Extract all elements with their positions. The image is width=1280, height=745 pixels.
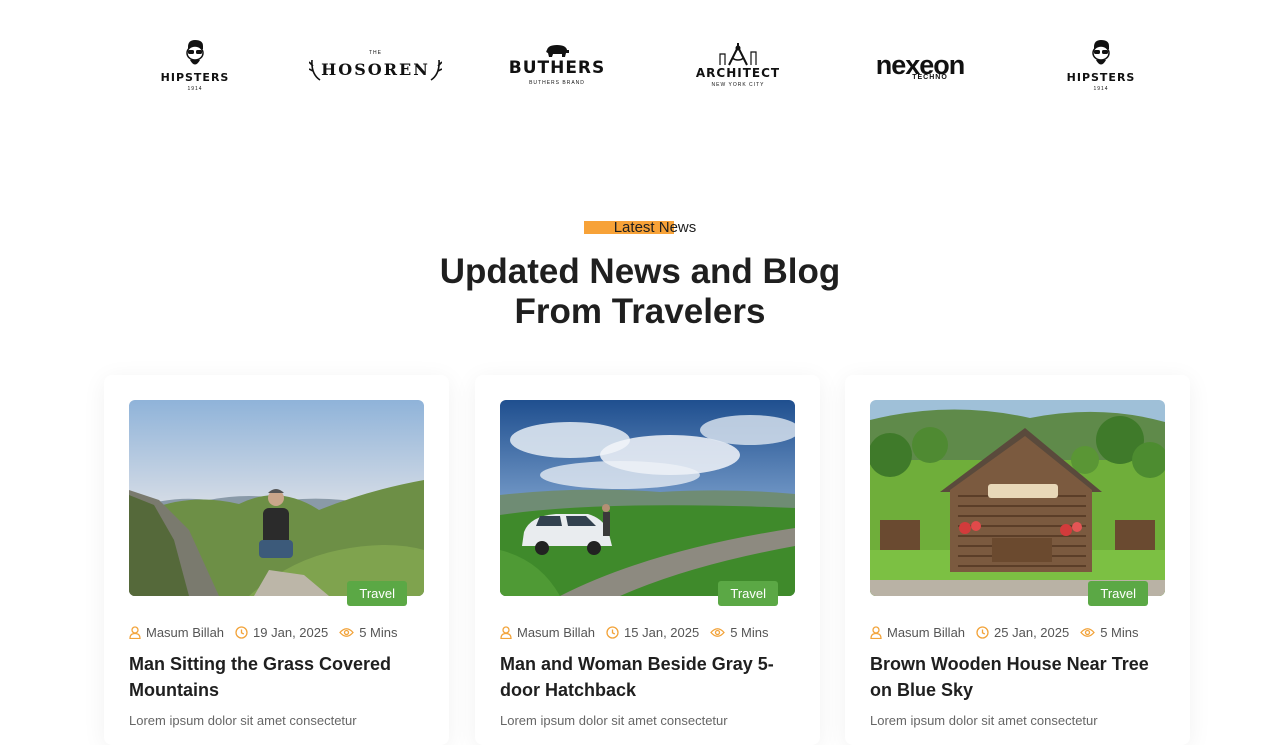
brand-tagline: 1914 [187,85,203,92]
user-icon [129,626,141,639]
brand-name: BUTHERS [508,58,606,78]
eye-icon [710,628,726,637]
blog-card[interactable]: Travel Masum Billah 19 Jan, 2025 5 Mins … [104,375,449,745]
read-time-meta: 5 Mins [1080,625,1139,640]
author-meta[interactable]: Masum Billah [500,625,595,640]
brand-name: HIPSTERS [160,70,230,84]
eye-icon [339,628,355,637]
clock-icon [235,626,248,639]
hipster-face-icon [1092,39,1110,64]
date-meta: 15 Jan, 2025 [606,625,699,640]
section-title-line-2: From Travelers [514,292,766,331]
blog-card[interactable]: Travel Masum Billah 15 Jan, 2025 5 Mins … [475,375,820,745]
brand-logo-hosoren[interactable]: THE HOSOREN [309,30,442,100]
category-tag[interactable]: Travel [718,581,778,606]
author-name: Masum Billah [517,625,596,640]
post-excerpt: Lorem ipsum dolor sit amet consectetur [870,713,1098,728]
read-time: 5 Mins [359,625,398,640]
antlers-icon [309,59,321,81]
clock-icon [976,626,989,639]
eyebrow-label: Latest News [613,219,697,236]
date-meta: 25 Jan, 2025 [976,625,1069,640]
category-tag[interactable]: Travel [347,581,407,606]
brand-tagline: 1914 [1093,85,1109,92]
user-icon [500,626,512,639]
antlers-icon [430,59,442,81]
section-title-line-1: Updated News and Blog [439,252,841,291]
read-time-meta: 5 Mins [710,625,769,640]
post-excerpt: Lorem ipsum dolor sit amet consectetur [129,713,357,728]
section-title: Updated News and Blog From Travelers [0,252,1280,332]
author-meta[interactable]: Masum Billah [129,625,224,640]
post-date: 19 Jan, 2025 [253,625,329,640]
brand-logo-buthers[interactable]: BUTHERS BUTHERS BRAND [509,30,604,100]
section-eyebrow: Latest News [583,218,697,238]
brand-logos-strip: HIPSTERS 1914 THE HOSOREN BUTHERS BUTHER… [0,30,1280,100]
clock-icon [606,626,619,639]
category-tag[interactable]: Travel [1088,581,1148,606]
author-name: Masum Billah [887,625,966,640]
post-meta: Masum Billah 15 Jan, 2025 5 Mins [500,625,780,640]
wooden-house-photo [870,400,1165,596]
post-date: 15 Jan, 2025 [624,625,700,640]
pig-icon [546,45,569,57]
brand-tagline: NEW YORK CITY [711,82,765,88]
post-excerpt: Lorem ipsum dolor sit amet consectetur [500,713,728,728]
car-road-photo [500,400,795,596]
blog-card[interactable]: Travel Masum Billah 25 Jan, 2025 5 Mins … [845,375,1190,745]
blog-card-image[interactable] [870,400,1165,596]
eye-icon [1080,628,1096,637]
brand-name: ARCHITECT [695,66,781,80]
author-meta[interactable]: Masum Billah [870,625,965,640]
mountain-photo [129,400,424,596]
post-title-link[interactable]: Man Sitting the Grass Covered Mountains [129,651,429,703]
read-time-meta: 5 Mins [339,625,398,640]
brand-logo-hipsters[interactable]: HIPSTERS 1914 [1066,30,1136,100]
hipster-face-icon [186,39,204,64]
post-date: 25 Jan, 2025 [994,625,1070,640]
brand-name: HOSOREN [321,59,430,79]
post-meta: Masum Billah 19 Jan, 2025 5 Mins [129,625,409,640]
blog-card-image[interactable] [500,400,795,596]
brand-tagline: TECHNO [912,73,948,81]
brand-name: HIPSTERS [1066,70,1136,84]
read-time: 5 Mins [730,625,769,640]
date-meta: 19 Jan, 2025 [235,625,328,640]
read-time: 5 Mins [1100,625,1139,640]
post-title-link[interactable]: Man and Woman Beside Gray 5-door Hatchba… [500,651,800,703]
brand-tagline: BUTHERS BRAND [529,80,585,86]
author-name: Masum Billah [146,625,225,640]
blog-card-image[interactable] [129,400,424,596]
brand-logo-architect[interactable]: ARCHITECT NEW YORK CITY [696,30,779,100]
brand-logo-nexeon[interactable]: nexeon TECHNO [870,30,970,100]
post-meta: Masum Billah 25 Jan, 2025 5 Mins [870,625,1150,640]
compass-icon [719,43,757,66]
post-title-link[interactable]: Brown Wooden House Near Tree on Blue Sky [870,651,1170,703]
brand-logo-hipsters[interactable]: HIPSTERS 1914 [160,30,230,100]
user-icon [870,626,882,639]
latest-news-header: Latest News Updated News and Blog From T… [0,218,1280,332]
